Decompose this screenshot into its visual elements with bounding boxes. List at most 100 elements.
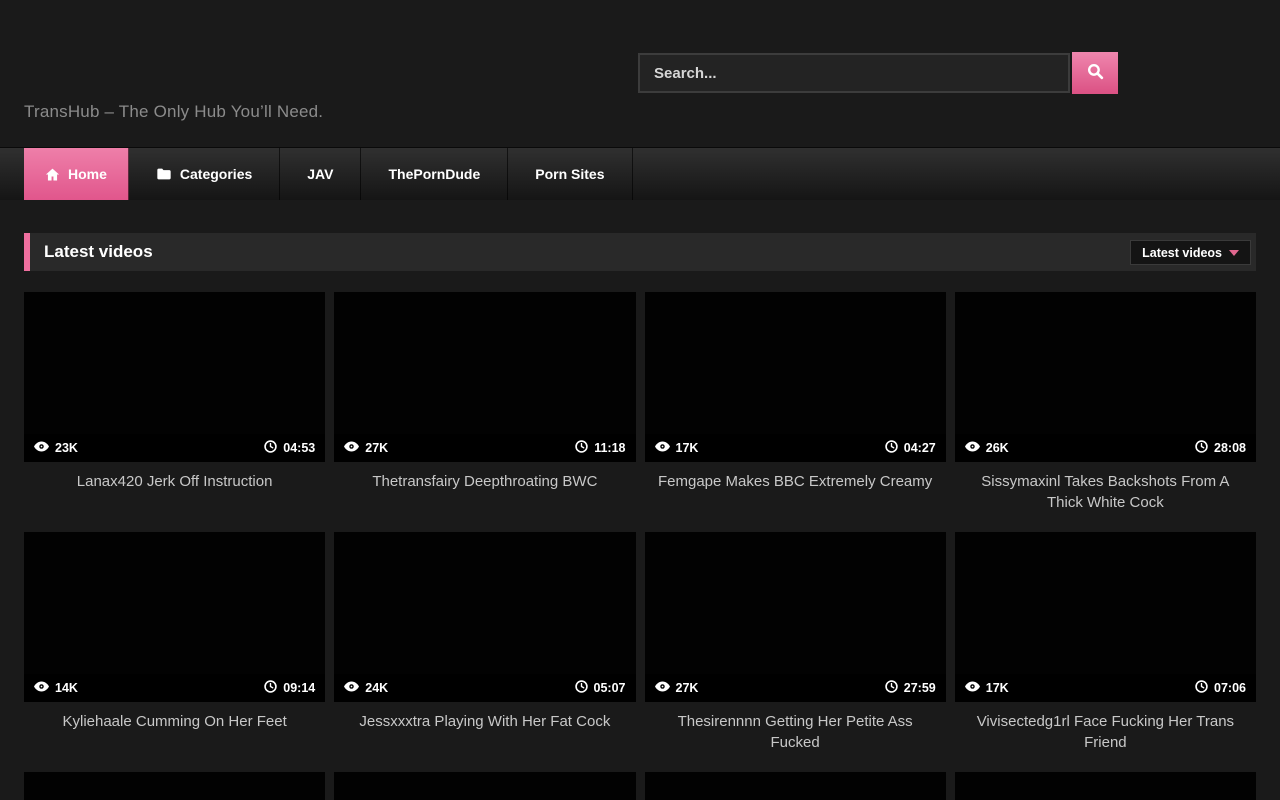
views-stat: 27K (344, 441, 388, 455)
video-thumbnail[interactable]: 17K 04:27 (645, 292, 946, 462)
video-title[interactable]: Sissymaxinl Takes Backshots From A Thick… (955, 471, 1256, 513)
duration-stat: 04:27 (885, 440, 936, 456)
video-stats-bar: 14K 09:14 (24, 674, 325, 702)
video-duration: 04:53 (283, 441, 315, 455)
video-stats-bar: 27K 11:18 (334, 434, 635, 462)
search-input[interactable] (638, 53, 1070, 93)
video-thumbnail[interactable]: 27K 11:18 (334, 292, 635, 462)
video-card[interactable]: 27K 11:18 Thetransfairy Deepthroating BW… (334, 292, 635, 532)
clock-icon (885, 440, 898, 456)
video-thumbnail[interactable] (24, 772, 325, 800)
video-card[interactable]: 17K 04:27 Femgape Makes BBC Extremely Cr… (645, 292, 946, 532)
sort-dropdown-label: Latest videos (1142, 246, 1222, 260)
eye-icon (965, 441, 980, 455)
views-stat: 26K (965, 441, 1009, 455)
video-title[interactable]: Kyliehaale Cumming On Her Feet (24, 711, 325, 732)
main-nav: Home Categories JAV ThePornDude Porn Sit… (0, 147, 1280, 200)
eye-icon (34, 441, 49, 455)
clock-icon (575, 440, 588, 456)
nav-item-home[interactable]: Home (24, 148, 129, 200)
eye-icon (655, 441, 670, 455)
video-duration: 11:18 (594, 441, 625, 455)
view-count: 17K (986, 681, 1009, 695)
eye-icon (344, 681, 359, 695)
view-count: 26K (986, 441, 1009, 455)
view-count: 23K (55, 441, 78, 455)
site-header: TransHub – The Only Hub You’ll Need. (0, 0, 1280, 147)
nav-item-porn-sites[interactable]: Porn Sites (508, 148, 632, 200)
views-stat: 14K (34, 681, 78, 695)
clock-icon (1195, 440, 1208, 456)
video-stats-bar: 17K 07:06 (955, 674, 1256, 702)
video-thumbnail[interactable]: 23K 04:53 (24, 292, 325, 462)
video-stats-bar: 26K 28:08 (955, 434, 1256, 462)
video-card[interactable] (24, 772, 325, 800)
video-card[interactable]: 17K 07:06 Vivisectedg1rl Face Fucking He… (955, 532, 1256, 772)
home-icon (45, 167, 60, 182)
sort-dropdown-button[interactable]: Latest videos (1130, 240, 1251, 265)
section-title: Latest videos (44, 242, 153, 262)
duration-stat: 09:14 (264, 680, 315, 696)
latest-videos-section-header: Latest videos Latest videos (24, 233, 1256, 271)
view-count: 27K (365, 441, 388, 455)
views-stat: 17K (965, 681, 1009, 695)
video-thumbnail[interactable]: 14K 09:14 (24, 532, 325, 702)
nav-item-label: Home (68, 166, 107, 182)
video-stats-bar: 23K 04:53 (24, 434, 325, 462)
video-title[interactable]: Femgape Makes BBC Extremely Creamy (645, 471, 946, 492)
video-thumbnail[interactable] (955, 772, 1256, 800)
eye-icon (965, 681, 980, 695)
eye-icon (344, 441, 359, 455)
video-title[interactable]: Jessxxxtra Playing With Her Fat Cock (334, 711, 635, 732)
magnifier-icon (1086, 62, 1105, 84)
duration-stat: 28:08 (1195, 440, 1246, 456)
nav-item-categories[interactable]: Categories (129, 148, 280, 200)
clock-icon (575, 680, 588, 696)
nav-item-jav[interactable]: JAV (280, 148, 361, 200)
view-count: 24K (365, 681, 388, 695)
folder-icon (156, 166, 172, 182)
video-thumbnail[interactable] (334, 772, 635, 800)
nav-item-theporndude[interactable]: ThePornDude (361, 148, 508, 200)
video-title[interactable]: Lanax420 Jerk Off Instruction (24, 471, 325, 492)
view-count: 27K (676, 681, 699, 695)
video-card[interactable]: 23K 04:53 Lanax420 Jerk Off Instruction (24, 292, 325, 532)
search-button[interactable] (1072, 52, 1118, 94)
caret-down-icon (1229, 250, 1239, 256)
video-duration: 04:27 (904, 441, 936, 455)
views-stat: 24K (344, 681, 388, 695)
view-count: 17K (676, 441, 699, 455)
video-stats-bar: 27K 27:59 (645, 674, 946, 702)
video-thumbnail[interactable] (645, 772, 946, 800)
clock-icon (885, 680, 898, 696)
video-stats-bar: 17K 04:27 (645, 434, 946, 462)
video-card[interactable]: 14K 09:14 Kyliehaale Cumming On Her Feet (24, 532, 325, 772)
video-card[interactable]: 24K 05:07 Jessxxxtra Playing With Her Fa… (334, 532, 635, 772)
video-title[interactable]: Thesirennnn Getting Her Petite Ass Fucke… (645, 711, 946, 753)
duration-stat: 04:53 (264, 440, 315, 456)
video-title[interactable]: Vivisectedg1rl Face Fucking Her Trans Fr… (955, 711, 1256, 753)
video-card[interactable] (334, 772, 635, 800)
video-thumbnail[interactable]: 26K 28:08 (955, 292, 1256, 462)
video-thumbnail[interactable]: 27K 27:59 (645, 532, 946, 702)
eye-icon (655, 681, 670, 695)
clock-icon (264, 680, 277, 696)
clock-icon (1195, 680, 1208, 696)
video-duration: 28:08 (1214, 441, 1246, 455)
video-card[interactable]: 27K 27:59 Thesirennnn Getting Her Petite… (645, 532, 946, 772)
search-form (638, 52, 1118, 94)
views-stat: 17K (655, 441, 699, 455)
video-stats-bar: 24K 05:07 (334, 674, 635, 702)
nav-item-label: Porn Sites (535, 166, 604, 182)
nav-item-label: JAV (307, 166, 333, 182)
video-thumbnail[interactable]: 24K 05:07 (334, 532, 635, 702)
video-grid: 23K 04:53 Lanax420 Jerk Off Instruction (24, 292, 1256, 800)
video-card[interactable] (955, 772, 1256, 800)
video-duration: 27:59 (904, 681, 936, 695)
video-card[interactable]: 26K 28:08 Sissymaxinl Takes Backshots Fr… (955, 292, 1256, 532)
clock-icon (264, 440, 277, 456)
video-card[interactable] (645, 772, 946, 800)
video-thumbnail[interactable]: 17K 07:06 (955, 532, 1256, 702)
video-title[interactable]: Thetransfairy Deepthroating BWC (334, 471, 635, 492)
nav-item-label: Categories (180, 166, 252, 182)
